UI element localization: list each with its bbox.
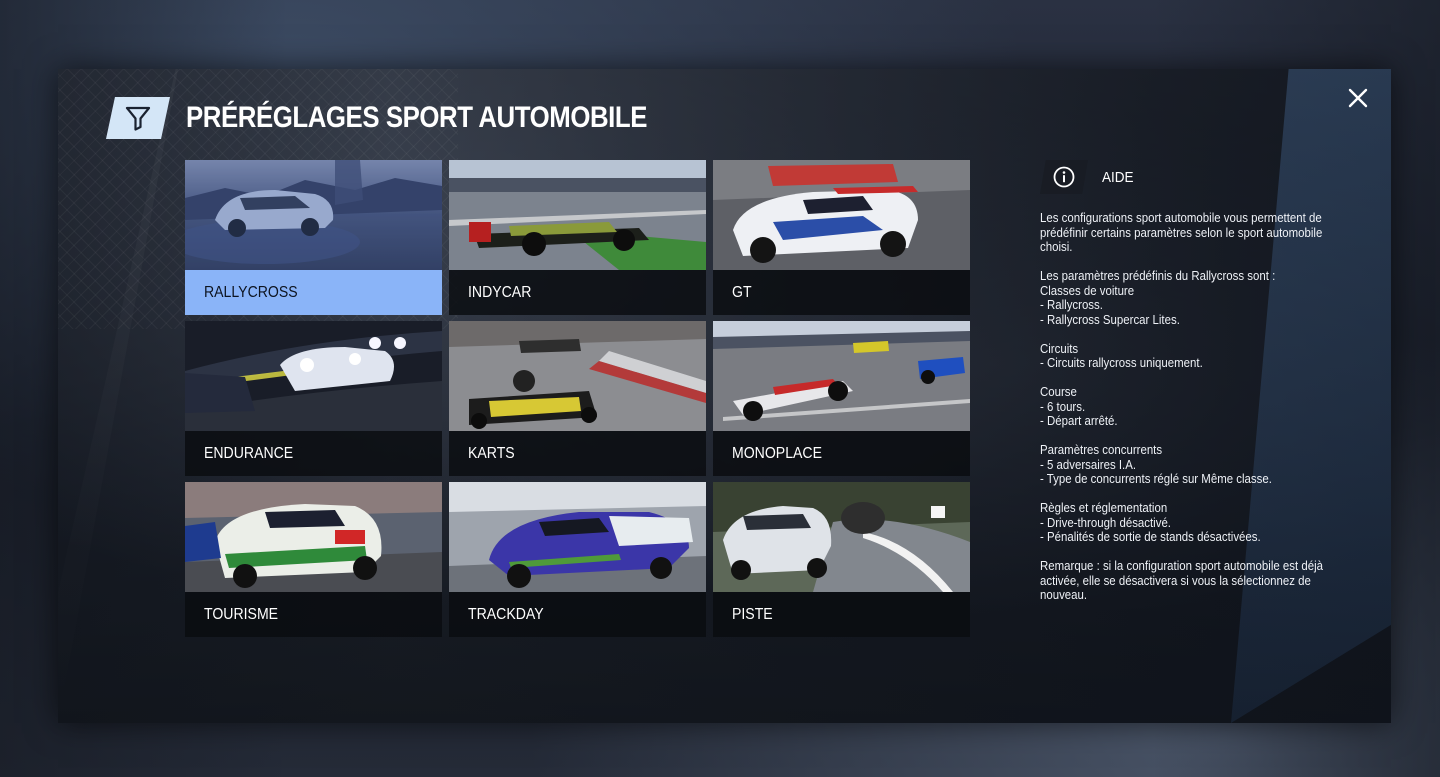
preset-image-tourisme [185, 482, 442, 592]
preset-label: GT [732, 283, 752, 301]
help-line: Circuits [1040, 340, 1079, 356]
preset-tile-endurance[interactable]: ENDURANCE [185, 321, 442, 476]
help-body: Les configurations sport automobile vous… [1040, 210, 1348, 603]
help-paragraph: Course - 6 tours. - Départ arrêté. [1040, 384, 1348, 429]
help-line: Les paramètres prédéfinis du Rallycross … [1040, 268, 1276, 283]
help-line: - 5 adversaires I.A. [1040, 456, 1137, 472]
help-paragraph: Circuits - Circuits rallycross uniquement… [1040, 340, 1348, 371]
help-line: - Rallycross Supercar Lites. [1040, 311, 1180, 327]
help-header: AIDE [1040, 160, 1350, 194]
preset-tile-trackday[interactable]: TRACKDAY [449, 482, 706, 637]
preset-tile-gt[interactable]: GT [713, 160, 970, 315]
preset-image-gt [713, 160, 970, 270]
help-paragraph: Paramètres concurrents - 5 adversaires I.… [1040, 442, 1348, 487]
help-line: Remarque : si la configuration sport aut… [1040, 558, 1323, 573]
filter-badge [106, 97, 170, 139]
help-line: - Départ arrêté. [1040, 413, 1118, 428]
preset-label: TRACKDAY [468, 605, 544, 623]
help-line: Les configurations sport automobile vous… [1040, 210, 1322, 225]
presets-dialog: PRÉRÉGLAGES SPORT AUTOMOBILE RALLYCROSS … [58, 69, 1391, 723]
preset-tile-karts[interactable]: KARTS [449, 321, 706, 476]
help-line: prédéfinir certains paramètres selon le … [1040, 224, 1323, 240]
preset-image-endurance [185, 321, 442, 431]
preset-image-monoplace [713, 321, 970, 431]
help-line: Classes de voiture [1040, 282, 1135, 298]
preset-image-karts [449, 321, 706, 431]
help-line: nouveau. [1040, 587, 1088, 602]
help-paragraph: Les paramètres prédéfinis du Rallycross … [1040, 268, 1348, 327]
dialog-header: PRÉRÉGLAGES SPORT AUTOMOBILE [106, 96, 722, 140]
preset-grid: RALLYCROSS INDYCAR GT ENDURANCE KARTS MO… [185, 160, 970, 637]
preset-image-rallycross [185, 160, 442, 270]
preset-tile-tourisme[interactable]: TOURISME [185, 482, 442, 637]
help-line: - Rallycross. [1040, 297, 1103, 312]
help-line: - 6 tours. [1040, 398, 1086, 414]
help-line: Règles et réglementation [1040, 500, 1168, 515]
preset-label: PISTE [732, 605, 773, 623]
help-paragraph: Les configurations sport automobile vous… [1040, 210, 1348, 255]
help-line: - Drive-through désactivé. [1040, 514, 1171, 530]
preset-tile-monoplace[interactable]: MONOPLACE [713, 321, 970, 476]
help-line: choisi. [1040, 239, 1073, 254]
preset-tile-indycar[interactable]: INDYCAR [449, 160, 706, 315]
help-panel: AIDE Les configurations sport automobile… [1040, 160, 1350, 617]
close-x-icon [1348, 88, 1368, 108]
preset-image-indycar [449, 160, 706, 270]
help-line: - Type de concurrents réglé sur Même cla… [1040, 471, 1272, 486]
close-button[interactable] [1339, 79, 1377, 117]
help-line: activée, elle se désactivera si vous la … [1040, 572, 1311, 588]
preset-tile-piste[interactable]: PISTE [713, 482, 970, 637]
preset-label: ENDURANCE [204, 444, 294, 462]
preset-image-piste [713, 482, 970, 592]
help-line: - Pénalités de sortie de stands désactiv… [1040, 529, 1261, 544]
preset-tile-rallycross[interactable]: RALLYCROSS [185, 160, 442, 315]
help-line: Course [1040, 384, 1077, 399]
help-line: Paramètres concurrents [1040, 442, 1163, 457]
help-line: - Circuits rallycross uniquement. [1040, 355, 1203, 370]
preset-label: KARTS [468, 444, 515, 462]
preset-label: RALLYCROSS [204, 283, 298, 301]
preset-image-trackday [449, 482, 706, 592]
preset-label: INDYCAR [468, 283, 532, 301]
help-paragraph: Règles et réglementation - Drive-through … [1040, 500, 1348, 545]
preset-label: MONOPLACE [732, 444, 822, 462]
help-title: AIDE [1102, 168, 1134, 186]
info-badge [1040, 160, 1088, 194]
help-paragraph: Remarque : si la configuration sport aut… [1040, 558, 1348, 603]
filter-funnel-icon [125, 106, 151, 131]
info-circle-icon [1053, 166, 1075, 188]
dialog-title: PRÉRÉGLAGES SPORT AUTOMOBILE [186, 101, 648, 134]
preset-label: TOURISME [204, 605, 279, 623]
